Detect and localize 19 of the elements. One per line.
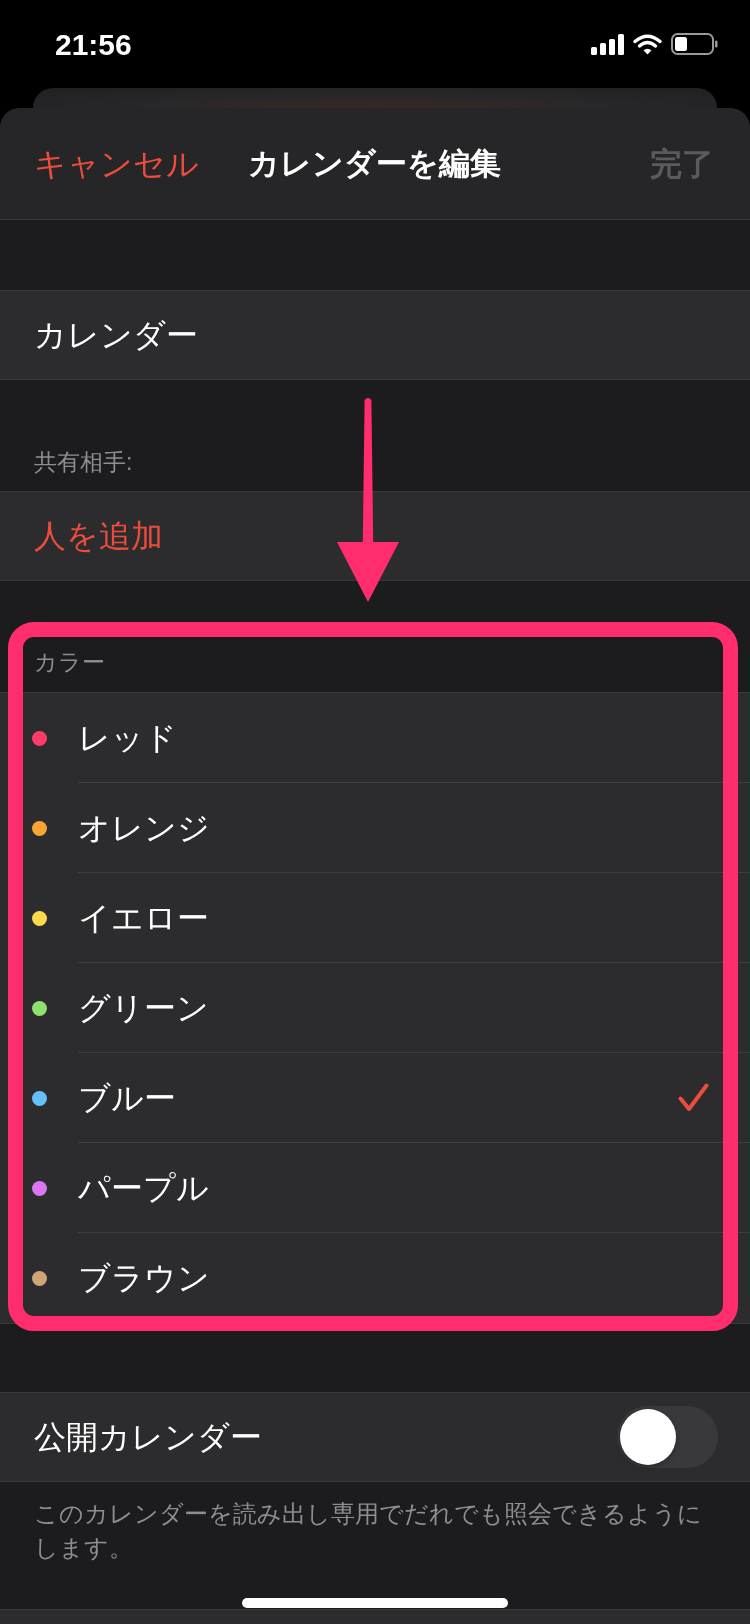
color-option[interactable]: レッド: [0, 693, 750, 783]
section-header: カラー: [34, 648, 106, 677]
row-label: 公開カレンダー: [34, 1418, 262, 1457]
cancel-button[interactable]: キャンセル: [34, 143, 199, 184]
color-option[interactable]: ブルー: [0, 1053, 750, 1143]
status-time: 21:56: [55, 27, 132, 63]
color-option[interactable]: イエロー: [0, 873, 750, 963]
battery-icon: [671, 33, 718, 55]
color-option[interactable]: パープル: [0, 1143, 750, 1233]
section-header: 共有相手:: [34, 448, 134, 477]
color-option[interactable]: ブラウン: [0, 1233, 750, 1323]
wifi-icon: [633, 33, 662, 55]
color-option[interactable]: オレンジ: [0, 783, 750, 873]
footer-note: このカレンダーを読み出し専用でだれでも照会できるようにします。: [34, 1499, 703, 1563]
color-option[interactable]: グリーン: [0, 963, 750, 1053]
add-person-button[interactable]: 人を追加: [0, 491, 750, 581]
nav-title: カレンダーを編集: [247, 144, 501, 183]
signal-icon: [591, 33, 624, 55]
calendar-name-field[interactable]: カレンダー: [0, 290, 750, 380]
